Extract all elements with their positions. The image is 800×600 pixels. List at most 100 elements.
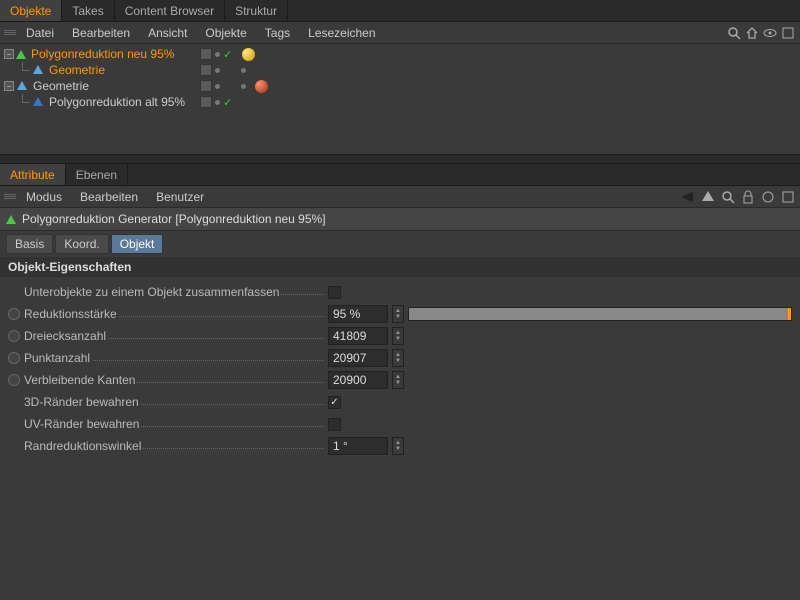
layer-tag-icon[interactable] [200,96,212,108]
menu-benutzer[interactable]: Benutzer [148,188,212,206]
param-indicator [8,396,20,408]
prop-remaining-edges: Verbleibende Kanten [8,369,792,391]
object-name[interactable]: Geometrie [31,79,91,93]
menu-modus[interactable]: Modus [18,188,70,206]
spinner-icon[interactable] [392,305,404,323]
param-indicator[interactable] [8,374,20,386]
object-name[interactable]: Polygonreduktion alt 95% [47,95,187,109]
points-input[interactable] [328,349,388,367]
grip-icon [4,30,16,35]
object-tree: − Polygonreduktion neu 95% Geometrie − G… [0,44,800,154]
tab-struktur[interactable]: Struktur [225,0,288,21]
triangles-input[interactable] [328,327,388,345]
tree-row-geometrie[interactable]: − Geometrie [0,78,200,94]
menu-objekte[interactable]: Objekte [197,24,254,42]
tab-content-browser[interactable]: Content Browser [115,0,225,21]
layer-tag-icon[interactable] [200,80,212,92]
tree-row-polyreduce-new[interactable]: − Polygonreduktion neu 95% [0,46,200,62]
attribute-tabs: Attribute Ebenen [0,164,800,186]
angle-input[interactable] [328,437,388,455]
param-indicator [8,286,20,298]
tab-koord[interactable]: Koord. [55,234,108,254]
prop-label: Dreiecksanzahl [24,329,108,343]
object-name[interactable]: Polygonreduktion neu 95% [29,47,176,61]
tab-takes[interactable]: Takes [62,0,114,21]
prop-triangle-count: Dreiecksanzahl [8,325,792,347]
section-header: Objekt-Eigenschaften [0,257,800,277]
objects-panel: Objekte Takes Content Browser Struktur D… [0,0,800,154]
search-icon[interactable] [720,189,736,205]
render-check-icon[interactable]: ✓ [223,96,232,109]
layer-tag-icon[interactable] [200,48,212,60]
spinner-icon[interactable] [392,349,404,367]
grip-icon [4,194,16,199]
maximize-icon[interactable] [780,189,796,205]
tab-ebenen[interactable]: Ebenen [66,164,128,185]
spinner-icon[interactable] [392,371,404,389]
object-name[interactable]: Geometrie [47,63,107,77]
objects-tabs: Objekte Takes Content Browser Struktur [0,0,800,22]
material-tag-icon[interactable] [242,48,255,61]
visibility-dot-icon[interactable] [241,84,246,89]
search-icon[interactable] [726,25,742,41]
polygon-icon [16,80,28,92]
visibility-dot-icon[interactable] [215,100,220,105]
prop-label: Randreduktionswinkel [24,439,143,453]
collapse-icon[interactable]: − [4,49,14,59]
tab-basis[interactable]: Basis [6,234,53,254]
strength-input[interactable] [328,305,388,323]
history-back-icon[interactable] [680,189,696,205]
attribute-object-header: Polygonreduktion Generator [Polygonreduk… [0,208,800,231]
object-title: Polygonreduktion Generator [Polygonreduk… [22,212,326,226]
tab-attribute[interactable]: Attribute [0,164,66,185]
prop-label: Reduktionsstärke [24,307,119,321]
lock-icon[interactable] [740,189,756,205]
panel-divider[interactable] [0,154,800,164]
merge-checkbox[interactable] [328,286,341,299]
attribute-menubar: Modus Bearbeiten Benutzer [0,186,800,208]
menu-lesezeichen[interactable]: Lesezeichen [300,24,383,42]
layer-tag-icon[interactable] [200,64,212,76]
tree-row-polyreduce-old[interactable]: Polygonreduktion alt 95% [0,94,200,110]
visibility-dot-icon[interactable] [215,84,220,89]
prop-edge-angle: Randreduktionswinkel [8,435,792,457]
edges-input[interactable] [328,371,388,389]
preserve-3d-checkbox[interactable] [328,396,341,409]
menu-bearbeiten[interactable]: Bearbeiten [64,24,138,42]
param-indicator[interactable] [8,308,20,320]
maximize-icon[interactable] [780,25,796,41]
prop-label: 3D-Ränder bewahren [24,395,141,409]
param-indicator [8,440,20,452]
new-window-icon[interactable] [760,189,776,205]
collapse-icon[interactable]: − [4,81,14,91]
param-indicator[interactable] [8,352,20,364]
menu-tags[interactable]: Tags [257,24,298,42]
tab-objekt[interactable]: Objekt [111,234,164,254]
visibility-dot-icon[interactable] [241,68,246,73]
deformer-icon [32,96,44,108]
param-indicator [8,418,20,430]
material-tag-icon[interactable] [255,80,268,93]
visibility-dot-icon[interactable] [215,68,220,73]
home-icon[interactable] [744,25,760,41]
tree-row-geometrie-child[interactable]: Geometrie [0,62,200,78]
prop-label: Punktanzahl [24,351,92,365]
prop-point-count: Punktanzahl [8,347,792,369]
eye-icon[interactable] [762,25,778,41]
menu-ansicht[interactable]: Ansicht [140,24,195,42]
menu-bearbeiten[interactable]: Bearbeiten [72,188,146,206]
prop-reduction-strength: Reduktionsstärke [8,303,792,325]
param-indicator[interactable] [8,330,20,342]
visibility-dot-icon[interactable] [215,52,220,57]
menu-datei[interactable]: Datei [18,24,62,42]
preserve-uv-checkbox[interactable] [328,418,341,431]
polygon-icon [32,64,44,76]
strength-slider[interactable] [408,307,792,321]
prop-label: Unterobjekte zu einem Objekt zusammenfas… [24,285,281,299]
tab-objekte[interactable]: Objekte [0,0,62,21]
spinner-icon[interactable] [392,437,404,455]
render-check-icon[interactable]: ✓ [223,48,232,61]
spinner-icon[interactable] [392,327,404,345]
tags-column: ✓ ✓ [200,46,268,152]
history-up-icon[interactable] [700,189,716,205]
